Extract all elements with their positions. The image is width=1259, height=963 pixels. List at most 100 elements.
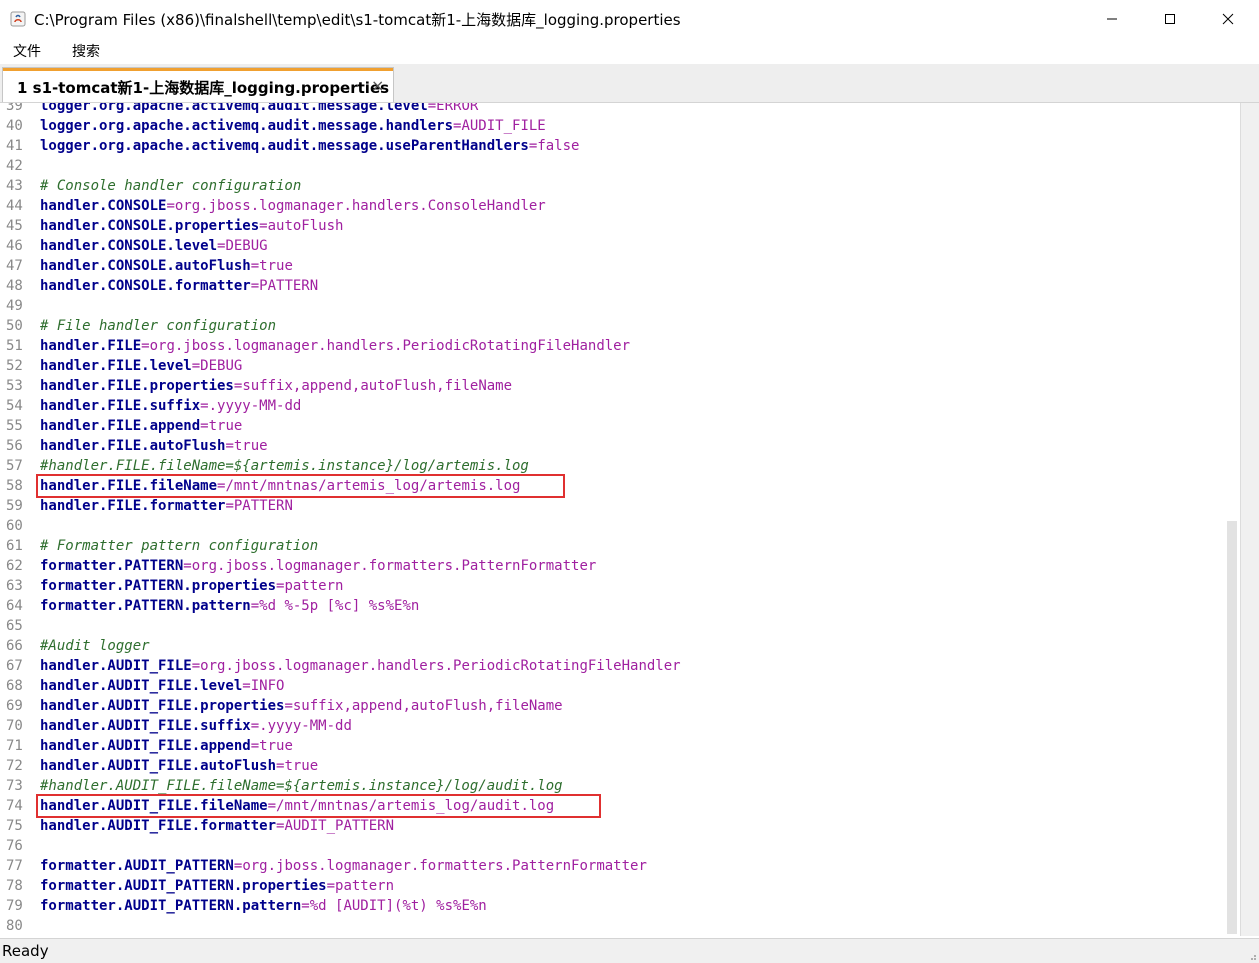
property-key: logger.org.apache.activemq.audit.message…	[40, 138, 529, 154]
property-key: formatter.AUDIT_PATTERN.properties	[40, 878, 327, 894]
code-line: 48 handler.CONSOLE.formatter=PATTERN	[0, 276, 1226, 296]
minimize-button[interactable]	[1083, 0, 1141, 38]
property-key: handler.CONSOLE.level	[40, 238, 218, 254]
property-value: /mnt/mntnas/artemis_log/artemis.log	[225, 478, 521, 494]
line-number: 67	[6, 658, 23, 674]
equals-sign: =	[200, 418, 209, 434]
equals-sign: =	[191, 658, 201, 674]
line-content: handler.AUDIT_FILE.fileName=/mnt/mntnas/…	[40, 796, 554, 816]
property-value: true	[259, 258, 293, 274]
code-line: 79 formatter.AUDIT_PATTERN.pattern=%d [AU…	[0, 896, 1226, 916]
equals-sign: =	[326, 878, 336, 894]
line-number: 73	[6, 778, 23, 794]
line-number: 63	[6, 578, 23, 594]
line-number: 72	[6, 758, 23, 774]
line-content: handler.CONSOLE.level=DEBUG	[40, 236, 268, 256]
property-key: handler.FILE.fileName	[40, 478, 218, 494]
code-line: 67 handler.AUDIT_FILE=org.jboss.logmanage…	[0, 656, 1226, 676]
line-number: 54	[6, 398, 23, 414]
line-content: formatter.PATTERN=org.jboss.logmanager.f…	[40, 556, 596, 576]
line-content: handler.AUDIT_FILE.formatter=AUDIT_PATTE…	[40, 816, 394, 836]
code-line: 63 formatter.PATTERN.properties=pattern	[0, 576, 1226, 596]
line-number: 42	[6, 158, 23, 174]
property-value: org.jboss.logmanager.formatters.PatternF…	[242, 858, 647, 874]
property-key: handler.FILE.append	[40, 418, 201, 434]
equals-sign: =	[259, 218, 268, 234]
equals-sign: =	[301, 898, 310, 914]
line-content: handler.CONSOLE.properties=autoFlush	[40, 216, 343, 236]
line-number: 71	[6, 738, 23, 754]
line-number: 56	[6, 438, 23, 454]
minimize-icon	[1107, 18, 1117, 20]
property-key: formatter.AUDIT_PATTERN	[40, 858, 234, 874]
code-line: 70 handler.AUDIT_FILE.suffix=.yyyy-MM-dd	[0, 716, 1226, 736]
code-line: 78 formatter.AUDIT_PATTERN.properties=pat…	[0, 876, 1226, 896]
line-number: 70	[6, 718, 23, 734]
line-number: 45	[6, 218, 23, 234]
code-line: 52 handler.FILE.level=DEBUG	[0, 356, 1226, 376]
property-key: handler.AUDIT_FILE.properties	[40, 698, 285, 714]
status-bar: Ready	[0, 938, 1259, 963]
code-line: 75 handler.AUDIT_FILE.formatter=AUDIT_PAT…	[0, 816, 1226, 836]
line-number: 55	[6, 418, 23, 434]
property-value: false	[537, 138, 580, 154]
tab-close-icon[interactable]: ×	[371, 76, 384, 95]
property-key: logger.org.apache.activemq.audit.message…	[40, 103, 428, 114]
property-key: formatter.PATTERN.properties	[40, 578, 277, 594]
code-line: 56 handler.FILE.autoFlush=true	[0, 436, 1226, 456]
line-number: 75	[6, 818, 23, 834]
property-key: logger.org.apache.activemq.audit.message…	[40, 118, 454, 134]
property-value: suffix,append,autoFlush,fileName	[292, 698, 563, 714]
equals-sign: =	[225, 498, 234, 514]
line-content: handler.FILE.level=DEBUG	[40, 356, 242, 376]
line-content: logger.org.apache.activemq.audit.message…	[40, 116, 546, 136]
code-line: 40 logger.org.apache.activemq.audit.messa…	[0, 116, 1226, 136]
maximize-button[interactable]	[1141, 0, 1199, 38]
line-number: 41	[6, 138, 23, 154]
property-value: DEBUG	[200, 358, 243, 374]
line-content: handler.FILE.append=true	[40, 416, 242, 436]
resize-grip-icon[interactable]	[1247, 951, 1257, 961]
property-key: handler.AUDIT_FILE.formatter	[40, 818, 277, 834]
editor-tab[interactable]: 1 s1-tomcat新1-上海数据库_logging.properties ×	[2, 67, 394, 102]
equals-sign: =	[183, 558, 192, 574]
code-line: 53 handler.FILE.properties=suffix,append,…	[0, 376, 1226, 396]
line-number: 50	[6, 318, 23, 334]
code-line: 42	[0, 156, 1226, 176]
line-number: 60	[6, 518, 23, 534]
line-number: 58	[6, 478, 23, 494]
code-line: 41 logger.org.apache.activemq.audit.messa…	[0, 136, 1226, 156]
line-number: 43	[6, 178, 23, 194]
property-value: true	[284, 758, 319, 774]
code-editor[interactable]: 39 logger.org.apache.activemq.audit.messa…	[0, 103, 1259, 936]
line-number: 52	[6, 358, 23, 374]
line-number: 46	[6, 238, 23, 254]
equals-sign: =	[250, 718, 260, 734]
property-value: suffix,append,autoFlush,fileName	[242, 378, 513, 394]
scrollbar-thumb[interactable]	[1227, 521, 1237, 934]
menu-search[interactable]: 搜索	[72, 41, 100, 61]
menu-bar: 文件 搜索	[0, 38, 1259, 64]
close-window-button[interactable]	[1199, 0, 1257, 38]
tab-active-indicator	[3, 68, 393, 71]
line-number: 53	[6, 378, 23, 394]
line-content: handler.AUDIT_FILE.suffix=.yyyy-MM-dd	[40, 716, 352, 736]
tab-strip: 1 s1-tomcat新1-上海数据库_logging.properties ×	[0, 64, 1259, 103]
vertical-scrollbar[interactable]	[1226, 103, 1238, 936]
comment-text: #handler.FILE.fileName=${artemis.instanc…	[40, 458, 529, 474]
code-line: 50 # File handler configuration	[0, 316, 1226, 336]
line-number: 76	[6, 838, 23, 854]
comment-text: # Formatter pattern configuration	[40, 538, 319, 554]
property-key: formatter.AUDIT_PATTERN.pattern	[40, 898, 302, 914]
equals-sign: =	[427, 103, 437, 114]
code-line: 57 #handler.FILE.fileName=${artemis.insta…	[0, 456, 1226, 476]
code-line: 44 handler.CONSOLE=org.jboss.logmanager.h…	[0, 196, 1226, 216]
equals-sign: =	[166, 198, 175, 214]
code-line: 58 handler.FILE.fileName=/mnt/mntnas/arte…	[0, 474, 1226, 498]
line-content: handler.AUDIT_FILE.properties=suffix,app…	[40, 696, 563, 716]
property-key: handler.AUDIT_FILE.fileName	[40, 798, 268, 814]
line-content: handler.AUDIT_FILE=org.jboss.logmanager.…	[40, 656, 681, 676]
line-number: 74	[6, 798, 23, 814]
property-key: handler.AUDIT_FILE.suffix	[40, 718, 251, 734]
menu-file[interactable]: 文件	[13, 41, 41, 61]
